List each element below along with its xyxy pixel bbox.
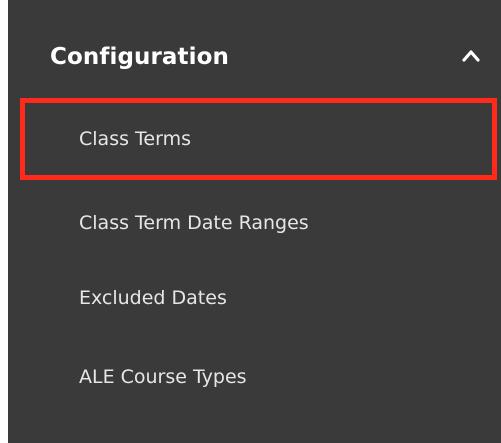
- chevron-up-icon[interactable]: [459, 44, 483, 68]
- menu-item-label: Excluded Dates: [79, 287, 227, 309]
- section-title: Configuration: [50, 44, 229, 70]
- menu-item-label: Class Term Date Ranges: [79, 212, 309, 234]
- menu-item-label: ALE Course Types: [79, 366, 247, 388]
- menu-item-label: Class Terms: [79, 128, 191, 150]
- menu-item-ale-course-types[interactable]: ALE Course Types: [8, 340, 501, 414]
- menu-item-class-term-date-ranges[interactable]: Class Term Date Ranges: [8, 186, 501, 260]
- configuration-panel: Configuration Class Terms Class Term Dat…: [8, 0, 501, 443]
- active-indicator: [21, 113, 25, 165]
- menu-item-class-terms[interactable]: Class Terms: [8, 102, 501, 176]
- menu-item-excluded-dates[interactable]: Excluded Dates: [8, 261, 501, 335]
- configuration-section-header[interactable]: Configuration: [8, 0, 501, 116]
